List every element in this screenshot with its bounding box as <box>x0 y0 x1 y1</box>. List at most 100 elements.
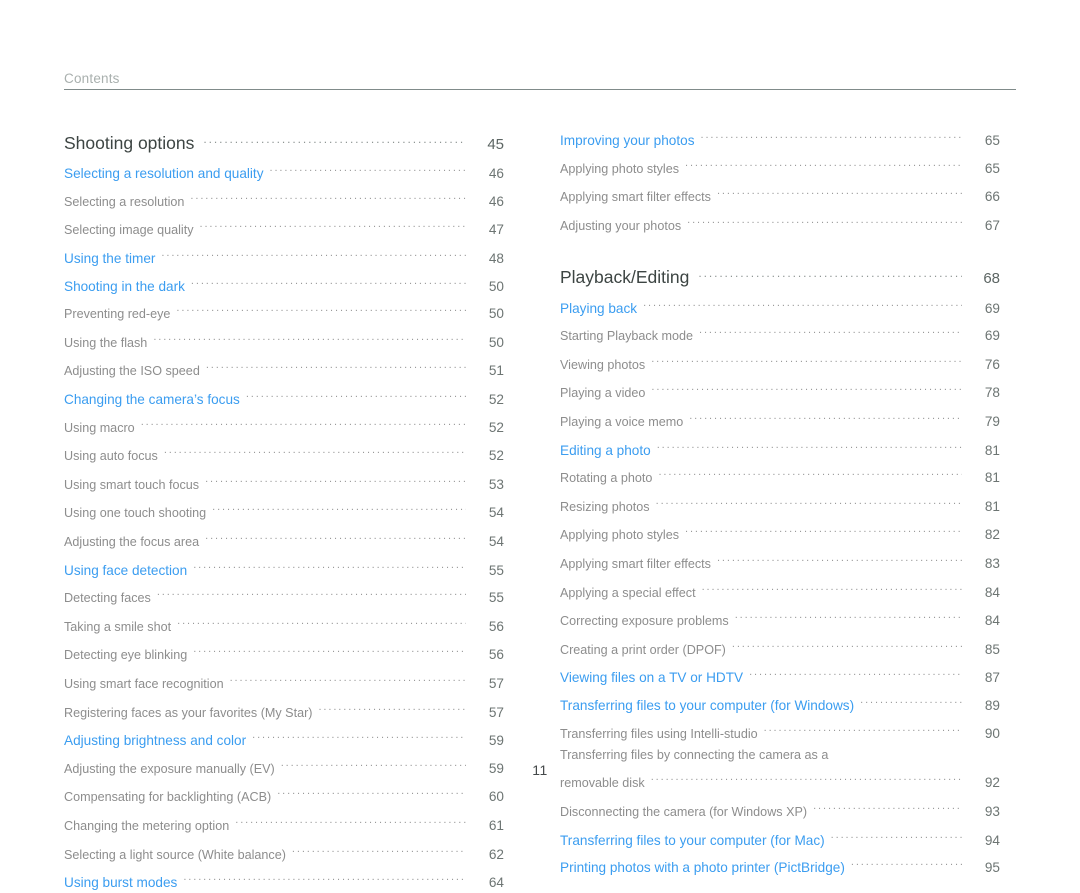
toc-entry-label: Playback/Editing <box>560 267 690 288</box>
toc-leader-dots <box>831 823 962 844</box>
toc-entry[interactable]: Selecting a light source (White balance)… <box>64 837 504 866</box>
toc-entry-label: Playing a video <box>560 386 646 401</box>
toc-entry[interactable]: Rotating a photo 81 <box>560 461 1000 490</box>
toc-entry[interactable]: Using macro 52 <box>64 410 504 439</box>
toc-leader-dots <box>698 258 962 283</box>
toc-entry[interactable]: Using face detection 55 <box>64 553 504 581</box>
toc-entry-page-number: 66 <box>984 189 1000 205</box>
toc-leader-dots <box>230 667 466 688</box>
toc-entry[interactable]: Using smart touch focus 53 <box>64 468 504 497</box>
toc-entry[interactable]: Detecting eye blinking 56 <box>64 638 504 667</box>
toc-leader-dots <box>183 866 466 887</box>
toc-entry[interactable]: Selecting a resolution and quality 46 <box>64 157 504 185</box>
toc-entry[interactable]: Transferring files using Intelli-studio 9… <box>560 716 1000 745</box>
toc-entry-label: Selecting a resolution and quality <box>64 166 264 182</box>
toc-leader-dots <box>235 809 466 830</box>
page-header: Contents <box>64 70 1016 90</box>
toc-entry-label: Applying smart filter effects <box>560 190 711 205</box>
toc-entry-page-number: 65 <box>984 133 1000 149</box>
toc-entry[interactable]: Applying a special effect 84 <box>560 575 1000 604</box>
toc-entry-label: Starting Playback mode <box>560 329 694 344</box>
toc-entry[interactable]: Applying photo styles 65 <box>560 152 1000 181</box>
toc-entry[interactable]: Playing a voice memo 79 <box>560 405 1000 434</box>
toc-entry-page-number: 62 <box>488 846 504 862</box>
toc-leader-dots <box>643 291 962 312</box>
toc-entry-page-number: 87 <box>984 670 1000 686</box>
toc-entry[interactable]: Viewing photos 76 <box>560 348 1000 377</box>
toc-entry[interactable]: Using auto focus 52 <box>64 439 504 468</box>
toc-entry[interactable]: Playing back 69 <box>560 291 1000 319</box>
toc-entry[interactable]: Improving your photos 65 <box>560 124 1000 152</box>
toc-entry[interactable]: Playing a video 78 <box>560 376 1000 405</box>
toc-leader-dots <box>851 851 962 872</box>
toc-leader-dots <box>177 610 466 631</box>
toc-entry[interactable]: Adjusting your photos 67 <box>560 209 1000 238</box>
toc-entry[interactable]: Compensating for backlighting (ACB) 60 <box>64 780 504 809</box>
toc-entry[interactable]: Taking a smile shot 56 <box>64 610 504 639</box>
toc-entry-page-number: 83 <box>984 556 1000 572</box>
toc-entry-page-number: 78 <box>984 385 1000 401</box>
toc-entry-page-number: 57 <box>488 675 504 691</box>
toc-entry[interactable]: Viewing files on a TV or HDTV 87 <box>560 661 1000 689</box>
toc-leader-dots <box>205 468 466 489</box>
toc-entry[interactable]: Detecting faces 55 <box>64 581 504 610</box>
toc-entry[interactable]: Selecting image quality 47 <box>64 213 504 242</box>
toc-leader-dots <box>702 575 962 596</box>
toc-entry[interactable]: Using one touch shooting 54 <box>64 496 504 525</box>
toc-entry[interactable]: Using the timer 48 <box>64 242 504 270</box>
toc-entry[interactable]: Selecting a resolution 46 <box>64 185 504 214</box>
toc-entry-label: Transferring files to your computer (for… <box>560 697 855 713</box>
toc-entry[interactable]: Editing a photo 81 <box>560 433 1000 461</box>
toc-entry-label: Disconnecting the camera (for Windows XP… <box>560 805 808 820</box>
toc-leader-dots <box>292 837 466 858</box>
toc-entry[interactable]: Applying photo styles 82 <box>560 518 1000 547</box>
toc-leader-dots <box>749 661 962 682</box>
toc-entry[interactable]: Printing photos with a photo printer (Pi… <box>560 851 1000 879</box>
toc-section-entry[interactable]: Shooting options 45 <box>64 124 504 157</box>
toc-entry[interactable]: Changing the camera’s focus 52 <box>64 383 504 411</box>
toc-entry-label: Detecting eye blinking <box>64 648 188 663</box>
toc-entry[interactable]: Using smart face recognition 57 <box>64 667 504 696</box>
toc-entry[interactable]: Applying smart filter effects 66 <box>560 180 1000 209</box>
toc-entry[interactable]: Changing the metering option 61 <box>64 809 504 838</box>
toc-entry-label: Changing the camera’s focus <box>64 392 240 408</box>
toc-leader-dots <box>687 209 962 230</box>
toc-entry-page-number: 54 <box>488 505 504 521</box>
toc-entry[interactable]: Applying smart filter effects 83 <box>560 547 1000 576</box>
header-divider <box>64 89 1016 90</box>
toc-entry[interactable]: Transferring files to your computer (for… <box>560 689 1000 717</box>
toc-leader-dots <box>157 581 466 602</box>
toc-leader-dots <box>270 157 466 178</box>
toc-leader-dots <box>717 547 962 568</box>
toc-section-entry[interactable]: Playback/Editing 68 <box>560 258 1000 291</box>
toc-entry-label: Applying photo styles <box>560 528 680 543</box>
document-page: Contents Shooting options 45 Selecting a r… <box>0 0 1080 890</box>
toc-leader-dots <box>699 319 962 340</box>
toc-entry-label: Printing photos with a photo printer (Pi… <box>560 860 845 876</box>
toc-entry-label: Using face detection <box>64 562 188 578</box>
toc-entry[interactable]: Using burst modes 64 <box>64 866 504 893</box>
toc-leader-dots <box>161 242 466 263</box>
toc-entry-label: Correcting exposure problems <box>560 614 729 629</box>
toc-entry[interactable]: Starting Playback mode 69 <box>560 319 1000 348</box>
toc-entry-label: Using smart face recognition <box>64 676 224 691</box>
toc-entry[interactable]: Using the flash 50 <box>64 326 504 355</box>
toc-entry-page-number: 56 <box>488 618 504 634</box>
toc-entry-label: Using the flash <box>64 335 148 350</box>
toc-entry[interactable]: Adjusting the ISO speed 51 <box>64 354 504 383</box>
toc-leader-dots <box>656 490 962 511</box>
toc-entry[interactable]: Registering faces as your favorites (My … <box>64 695 504 724</box>
toc-entry[interactable]: Adjusting brightness and color 59 <box>64 724 504 752</box>
toc-entry[interactable]: Resizing photos 81 <box>560 490 1000 519</box>
toc-leader-dots <box>657 433 962 454</box>
toc-entry[interactable]: Correcting exposure problems 84 <box>560 604 1000 633</box>
toc-entry[interactable]: Transferring files to your computer (for… <box>560 823 1000 851</box>
toc-entry[interactable]: Adjusting the focus area 54 <box>64 525 504 554</box>
toc-entry[interactable]: Shooting in the dark 50 <box>64 269 504 297</box>
toc-entry-page-number: 51 <box>488 363 504 379</box>
toc-entry[interactable]: Creating a print order (DPOF) 85 <box>560 633 1000 662</box>
toc-entry[interactable]: Preventing red-eye 50 <box>64 297 504 326</box>
toc-entry[interactable]: Disconnecting the camera (for Windows XP… <box>560 795 1000 824</box>
toc-entry-page-number: 95 <box>984 860 1000 876</box>
toc-entry-page-number: 93 <box>984 804 1000 820</box>
